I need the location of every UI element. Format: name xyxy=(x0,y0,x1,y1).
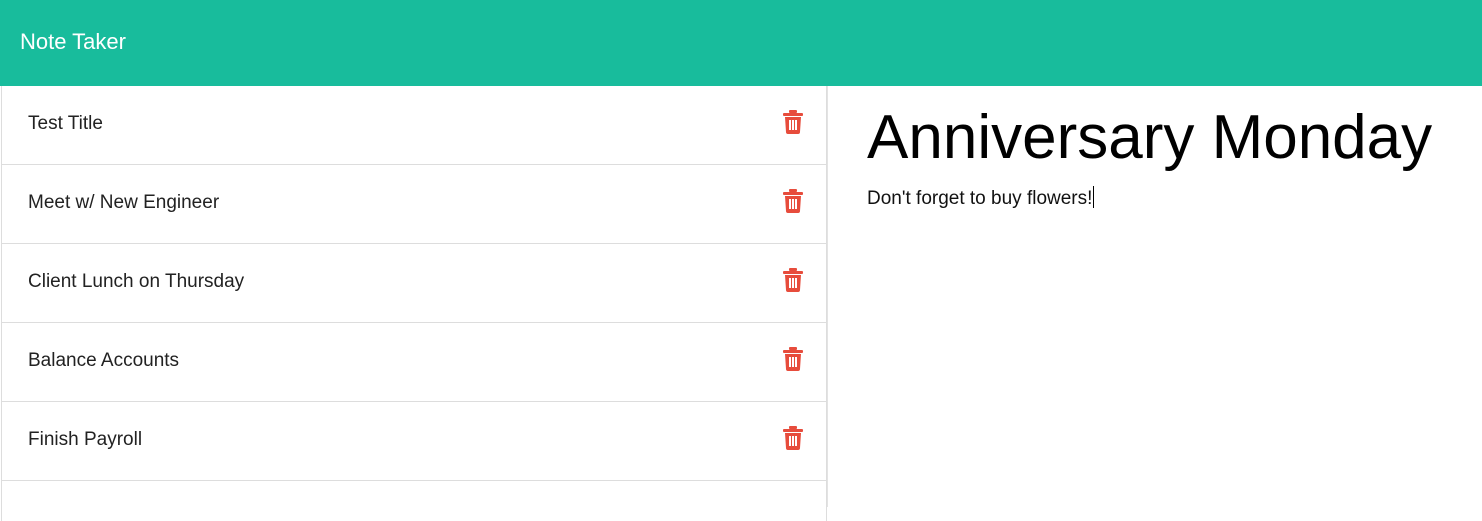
trash-icon[interactable] xyxy=(783,347,803,371)
list-item[interactable]: Client Lunch on Thursday xyxy=(1,244,827,323)
note-item-title[interactable]: Client Lunch on Thursday xyxy=(28,270,244,294)
app-brand[interactable]: Note Taker xyxy=(20,27,126,57)
note-list: Test Title Meet w/ New Engineer Client L… xyxy=(0,86,827,521)
trash-icon[interactable] xyxy=(783,189,803,213)
trash-icon[interactable] xyxy=(783,426,803,450)
note-textarea[interactable]: Don't forget to buy flowers! xyxy=(867,186,1467,211)
note-list-panel: Test Title Meet w/ New Engineer Client L… xyxy=(0,86,828,521)
list-item[interactable]: Finish Payroll xyxy=(1,402,827,481)
note-title-input[interactable]: Anniversary Monday xyxy=(867,102,1467,174)
note-editor: Anniversary Monday Don't forget to buy f… xyxy=(828,86,1482,507)
list-item[interactable]: Meet w/ New Engineer xyxy=(1,165,827,244)
note-text-content: Don't forget to buy flowers! xyxy=(867,188,1093,209)
list-item[interactable]: Test Title xyxy=(1,86,827,165)
navbar: Note Taker xyxy=(0,0,1482,86)
list-item-empty xyxy=(1,481,827,521)
trash-icon[interactable] xyxy=(783,110,803,134)
note-item-title[interactable]: Balance Accounts xyxy=(28,349,179,373)
note-item-title[interactable]: Finish Payroll xyxy=(28,428,142,452)
trash-icon[interactable] xyxy=(783,268,803,292)
note-item-title[interactable]: Meet w/ New Engineer xyxy=(28,191,219,215)
text-cursor xyxy=(1093,186,1095,208)
list-item[interactable]: Balance Accounts xyxy=(1,323,827,402)
note-item-title[interactable]: Test Title xyxy=(28,112,103,136)
